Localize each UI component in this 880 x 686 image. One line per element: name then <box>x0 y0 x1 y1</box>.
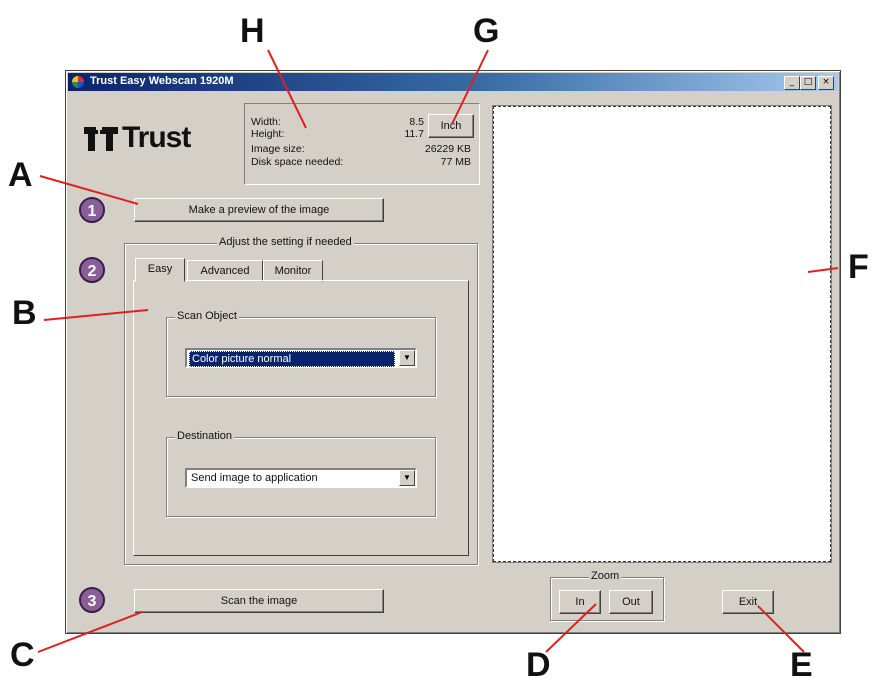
height-value: 11.7 <box>404 128 424 140</box>
step-2-badge: 2 <box>79 257 105 283</box>
preview-button[interactable]: Make a preview of the image <box>134 198 384 222</box>
scan-object-group: Scan Object Color picture normal ▼ <box>166 310 436 397</box>
tab-easy[interactable]: Easy <box>135 258 185 282</box>
zoom-out-button[interactable]: Out <box>609 590 653 614</box>
chevron-down-icon[interactable]: ▼ <box>399 350 415 366</box>
settings-group: Adjust the setting if needed Easy Advanc… <box>124 236 478 565</box>
app-icon <box>72 76 84 88</box>
title-bar[interactable]: Trust Easy Webscan 1920M _ □ × <box>68 73 838 91</box>
preview-area[interactable] <box>493 106 831 562</box>
zoom-in-button[interactable]: In <box>559 590 601 614</box>
callout-f: F <box>848 248 869 286</box>
settings-group-label: Adjust the setting if needed <box>217 236 354 248</box>
chevron-down-icon[interactable]: ▼ <box>399 470 415 486</box>
step-1-badge: 1 <box>79 197 105 223</box>
logo-wordmark: Trust <box>122 121 191 154</box>
image-size-label: Image size: <box>251 143 305 155</box>
callout-c: C <box>10 636 35 674</box>
image-size-value: 26229 KB <box>424 143 471 155</box>
zoom-group: Zoom In Out <box>550 570 664 621</box>
tab-panel-easy: Scan Object Color picture normal ▼ Desti… <box>133 280 469 556</box>
callout-g: G <box>473 12 500 50</box>
trust-logo: Trust <box>84 121 214 155</box>
width-label: Width: <box>251 116 281 128</box>
width-value: 8.5 <box>409 116 424 128</box>
maximize-button[interactable]: □ <box>800 76 816 90</box>
exit-button[interactable]: Exit <box>722 590 774 614</box>
scan-object-select[interactable]: Color picture normal ▼ <box>185 348 417 368</box>
disk-space-label: Disk space needed: <box>251 156 344 168</box>
tab-advanced[interactable]: Advanced <box>187 260 263 282</box>
callout-h: H <box>240 12 265 50</box>
unit-button[interactable]: Inch <box>428 114 474 138</box>
destination-select[interactable]: Send image to application ▼ <box>185 468 417 488</box>
destination-group: Destination Send image to application ▼ <box>166 430 436 517</box>
scan-object-value: Color picture normal <box>189 351 395 367</box>
height-label: Height: <box>251 128 285 140</box>
callout-a: A <box>8 156 33 194</box>
disk-space-value: 77 MB <box>440 156 471 168</box>
destination-value: Send image to application <box>191 472 318 484</box>
callout-e: E <box>790 646 813 684</box>
image-info-panel: Width: Height: Image size: Disk space ne… <box>244 103 480 185</box>
trust-logo-mark-icon <box>84 127 118 151</box>
tab-monitor[interactable]: Monitor <box>263 260 323 282</box>
close-button[interactable]: × <box>818 76 834 90</box>
minimize-button[interactable]: _ <box>784 76 800 90</box>
destination-label: Destination <box>175 430 235 442</box>
scan-button[interactable]: Scan the image <box>134 589 384 613</box>
window-title: Trust Easy Webscan 1920M <box>90 75 234 87</box>
step-3-badge: 3 <box>79 587 105 613</box>
scanner-window: Trust Easy Webscan 1920M _ □ × Trust Wid… <box>65 70 841 634</box>
callout-d: D <box>526 646 551 684</box>
callout-b: B <box>12 294 37 332</box>
zoom-label: Zoom <box>589 570 622 582</box>
scan-object-label: Scan Object <box>175 310 239 322</box>
